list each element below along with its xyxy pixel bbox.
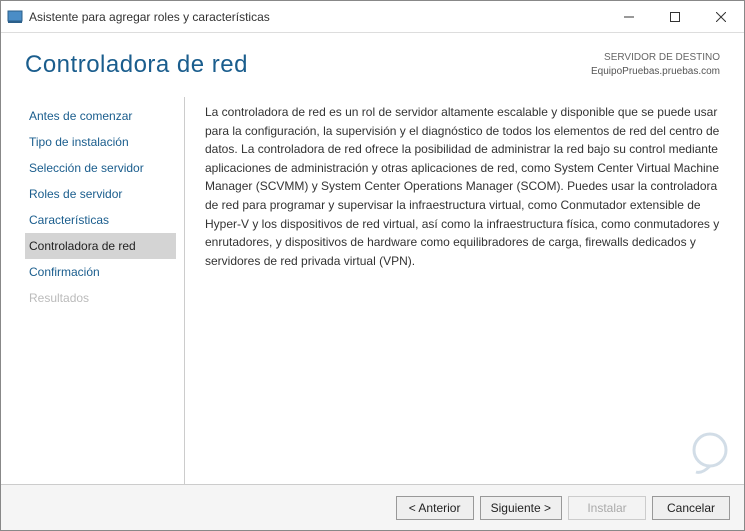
sidebar-item-features[interactable]: Características: [25, 207, 176, 233]
install-button: Instalar: [568, 496, 646, 520]
sidebar-item-server-selection[interactable]: Selección de servidor: [25, 155, 176, 181]
minimize-icon: [624, 12, 634, 22]
sidebar-item-network-controller[interactable]: Controladora de red: [25, 233, 176, 259]
close-icon: [716, 12, 726, 22]
maximize-button[interactable]: [652, 1, 698, 33]
wizard-window: Asistente para agregar roles y caracterí…: [0, 0, 745, 531]
cancel-button[interactable]: Cancelar: [652, 496, 730, 520]
body: Antes de comenzar Tipo de instalación Se…: [1, 87, 744, 484]
window-title: Asistente para agregar roles y caracterí…: [29, 10, 606, 24]
app-icon: [7, 9, 23, 25]
close-button[interactable]: [698, 1, 744, 33]
titlebar: Asistente para agregar roles y caracterí…: [1, 1, 744, 33]
content-text: La controladora de red es un rol de serv…: [185, 97, 720, 484]
destination-info: SERVIDOR DE DESTINO EquipoPruebas.prueba…: [591, 51, 720, 79]
next-button[interactable]: Siguiente >: [480, 496, 562, 520]
sidebar-item-confirmation[interactable]: Confirmación: [25, 259, 176, 285]
sidebar-item-install-type[interactable]: Tipo de instalación: [25, 129, 176, 155]
sidebar-item-results: Resultados: [25, 285, 176, 311]
page-title: Controladora de red: [25, 51, 248, 79]
destination-server: EquipoPruebas.pruebas.com: [591, 65, 720, 79]
footer: < Anterior Siguiente > Instalar Cancelar: [1, 484, 744, 530]
minimize-button[interactable]: [606, 1, 652, 33]
maximize-icon: [670, 12, 680, 22]
sidebar-item-server-roles[interactable]: Roles de servidor: [25, 181, 176, 207]
header: Controladora de red SERVIDOR DE DESTINO …: [1, 33, 744, 87]
destination-label: SERVIDOR DE DESTINO: [591, 51, 720, 65]
previous-button[interactable]: < Anterior: [396, 496, 474, 520]
sidebar-item-before-begin[interactable]: Antes de comenzar: [25, 103, 176, 129]
sidebar: Antes de comenzar Tipo de instalación Se…: [25, 97, 185, 484]
window-controls: [606, 1, 744, 32]
